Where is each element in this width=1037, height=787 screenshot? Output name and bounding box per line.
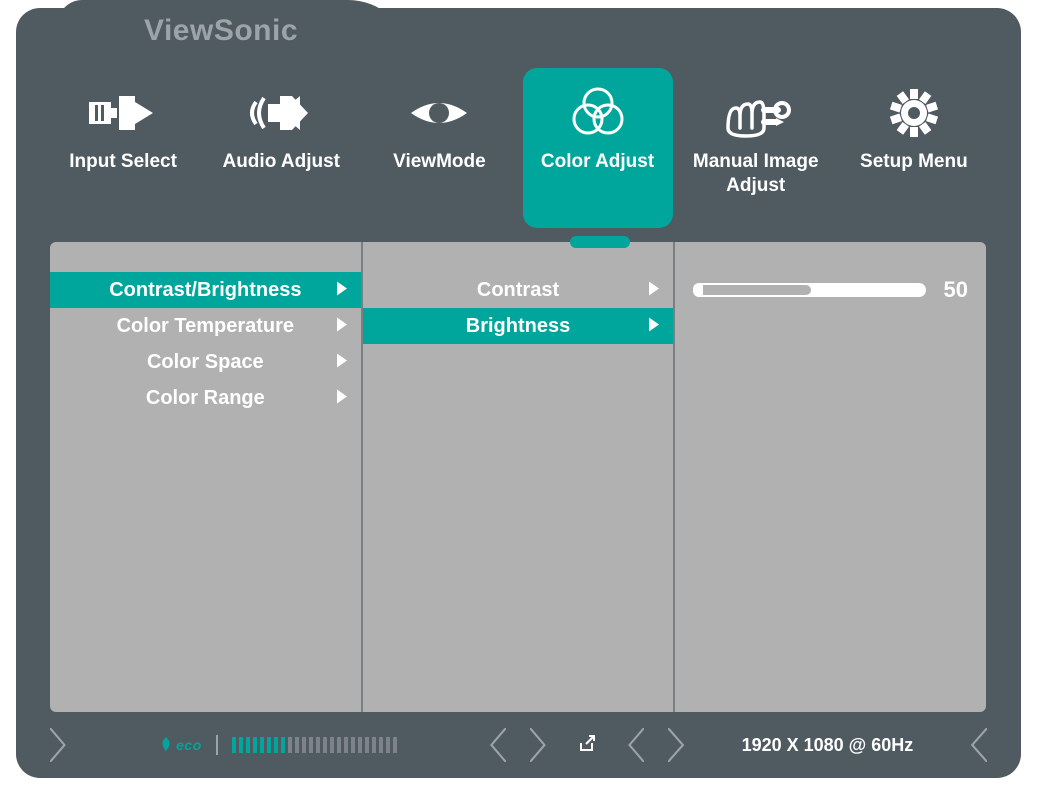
menu-item-label: Color Temperature — [117, 315, 294, 338]
tab-input-select[interactable]: Input Select — [48, 68, 198, 228]
tab-color-adjust[interactable]: Color Adjust — [523, 68, 673, 228]
eco-label-text: eco — [176, 737, 202, 753]
resolution-readout: 1920 X 1080 @ 60Hz — [668, 735, 987, 756]
input-select-icon — [89, 82, 157, 144]
tab-manual-image-adjust[interactable]: Manual Image Adjust — [681, 68, 831, 228]
menu-item-label: Contrast/Brightness — [109, 279, 301, 302]
value-display: 50 — [944, 277, 968, 303]
menu-brightness[interactable]: Brightness — [363, 308, 674, 344]
status-bar: eco 1920 X 1080 @ 60Hz — [50, 728, 987, 762]
value-row: 50 — [675, 272, 986, 308]
brand-logo: ViewSonic — [144, 14, 298, 48]
chevron-right-icon — [649, 279, 659, 302]
content-panel: Contrast/Brightness Color Temperature Co… — [50, 242, 986, 712]
chevron-right-icon — [649, 315, 659, 338]
setup-menu-icon — [888, 82, 940, 144]
tab-setup-menu[interactable]: Setup Menu — [839, 68, 989, 228]
volume-indicator[interactable] — [232, 737, 397, 753]
tab-viewmode[interactable]: ViewMode — [364, 68, 514, 228]
chevron-right-icon — [337, 387, 347, 410]
value-column: 50 — [673, 242, 986, 712]
tab-label: Input Select — [65, 150, 181, 174]
external-link-icon[interactable] — [577, 733, 597, 758]
tab-label: Manual Image Adjust — [681, 150, 831, 198]
status-segment-eco-volume: eco — [50, 728, 506, 762]
viewmode-icon — [407, 82, 471, 144]
tab-label: Audio Adjust — [218, 150, 344, 174]
chevron-right-icon — [337, 315, 347, 338]
menu-item-label: Color Range — [146, 387, 265, 410]
menu-item-label: Color Space — [147, 351, 264, 374]
tab-label: ViewMode — [389, 150, 490, 174]
main-tabs: Input Select Audio Adjust — [16, 68, 1021, 228]
menu-column-1: Contrast/Brightness Color Temperature Co… — [50, 242, 361, 712]
chevron-right-icon — [337, 351, 347, 374]
menu-color-temperature[interactable]: Color Temperature — [50, 308, 361, 344]
menu-column-2: Contrast Brightness — [361, 242, 674, 712]
chevron-right-icon — [337, 279, 347, 302]
tab-audio-adjust[interactable]: Audio Adjust — [206, 68, 356, 228]
value-slider[interactable] — [693, 283, 925, 297]
menu-contrast[interactable]: Contrast — [363, 272, 674, 308]
separator — [216, 735, 218, 755]
menu-color-space[interactable]: Color Space — [50, 344, 361, 380]
manual-image-adjust-icon — [720, 82, 792, 144]
slider-fill — [695, 285, 811, 295]
menu-item-label: Contrast — [477, 279, 559, 302]
menu-contrast-brightness[interactable]: Contrast/Brightness — [50, 272, 361, 308]
tab-label: Setup Menu — [856, 150, 972, 174]
menu-item-label: Brightness — [466, 315, 570, 338]
audio-adjust-icon — [242, 82, 320, 144]
tab-label: Color Adjust — [537, 150, 658, 174]
status-segment-resolution: 1920 X 1080 @ 60Hz — [668, 728, 987, 762]
status-segment-link — [530, 728, 644, 762]
menu-color-range[interactable]: Color Range — [50, 380, 361, 416]
eco-icon: eco — [159, 737, 202, 753]
osd-frame: ViewSonic Input Select — [16, 8, 1021, 778]
color-adjust-icon — [568, 82, 628, 144]
